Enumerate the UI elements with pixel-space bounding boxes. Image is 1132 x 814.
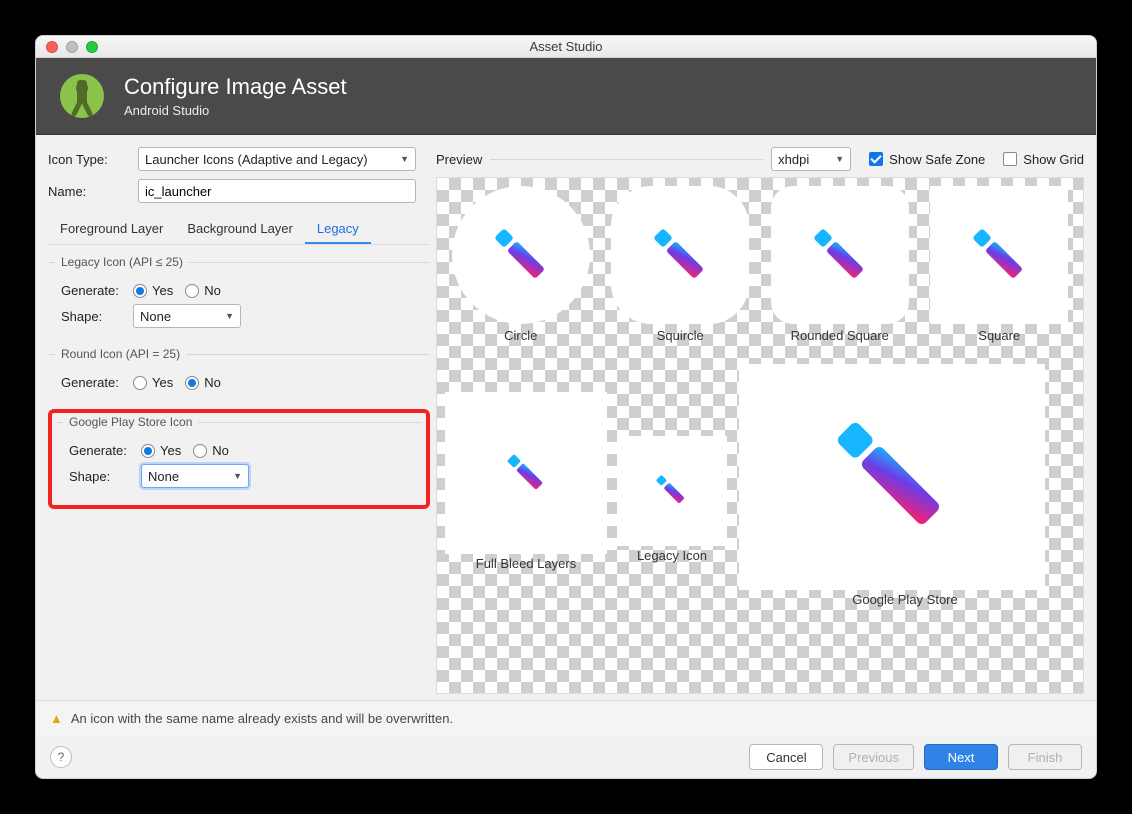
highlight-annotation: Google Play Store Icon Generate: Yes No … — [48, 409, 430, 509]
pencil-icon — [802, 387, 982, 567]
preview-squircle-label: Squircle — [605, 328, 757, 343]
gps-icon-group: Google Play Store Icon Generate: Yes No … — [56, 415, 422, 499]
legacy-generate-yes-radio[interactable]: Yes — [133, 283, 173, 298]
preview-squircle — [611, 186, 749, 324]
preview-circle — [452, 186, 590, 324]
maximize-icon[interactable] — [86, 41, 98, 53]
round-generate-label: Generate: — [55, 375, 133, 390]
name-label: Name: — [48, 184, 138, 199]
show-grid-checkbox[interactable]: Show Grid — [1003, 152, 1084, 167]
preview-rounded-square — [771, 186, 909, 324]
preview-google-play-store: Google Play Store — [735, 364, 1075, 607]
legacy-shape-select[interactable]: None▼ — [133, 304, 241, 328]
previous-button: Previous — [833, 744, 914, 770]
warning-icon: ▲ — [50, 711, 63, 726]
next-button[interactable]: Next — [924, 744, 998, 770]
pencil-icon — [647, 466, 697, 516]
preview-full-bleed: Full Bleed Layers — [445, 392, 607, 571]
android-studio-logo-icon — [58, 72, 106, 120]
chevron-down-icon: ▼ — [835, 154, 844, 164]
dialog-window: Asset Studio Configure Image Asset Andro… — [35, 35, 1097, 779]
gps-generate-no-radio[interactable]: No — [193, 443, 229, 458]
chevron-down-icon: ▼ — [225, 311, 234, 321]
pencil-icon — [496, 443, 556, 503]
round-icon-group: Round Icon (API = 25) Generate: Yes No — [48, 347, 430, 401]
finish-button: Finish — [1008, 744, 1082, 770]
round-generate-yes-radio[interactable]: Yes — [133, 375, 173, 390]
dialog-subtitle: Android Studio — [124, 103, 347, 118]
icon-type-select[interactable]: Launcher Icons (Adaptive and Legacy)▼ — [138, 147, 416, 171]
round-generate-no-radio[interactable]: No — [185, 375, 221, 390]
dialog-header: Configure Image Asset Android Studio — [36, 58, 1096, 135]
help-button[interactable]: ? — [50, 746, 72, 768]
density-select[interactable]: xhdpi▼ — [771, 147, 851, 171]
minimize-icon — [66, 41, 78, 53]
tab-legacy[interactable]: Legacy — [305, 215, 371, 244]
preview-square — [930, 186, 1068, 324]
pencil-icon — [954, 210, 1044, 300]
close-icon[interactable] — [46, 41, 58, 53]
gps-generate-yes-radio[interactable]: Yes — [141, 443, 181, 458]
legacy-icon-group: Legacy Icon (API ≤ 25) Generate: Yes No … — [48, 255, 430, 339]
show-safe-zone-checkbox[interactable]: Show Safe Zone — [869, 152, 985, 167]
titlebar: Asset Studio — [36, 36, 1096, 58]
preview-label: Preview — [436, 152, 482, 167]
gps-shape-label: Shape: — [63, 469, 141, 484]
round-icon-legend: Round Icon (API = 25) — [55, 347, 186, 361]
preview-legacy-icon: Legacy Icon — [617, 436, 727, 563]
legacy-generate-label: Generate: — [55, 283, 133, 298]
tab-foreground-layer[interactable]: Foreground Layer — [48, 215, 175, 244]
pencil-icon — [795, 210, 885, 300]
tab-background-layer[interactable]: Background Layer — [175, 215, 305, 244]
preview-area: Circle Squircle Rounded Square Square Fu… — [436, 177, 1084, 694]
layer-tabs: Foreground Layer Background Layer Legacy — [48, 215, 430, 245]
preview-rounded-square-label: Rounded Square — [764, 328, 916, 343]
warning-message: ▲ An icon with the same name already exi… — [50, 711, 453, 726]
legacy-icon-legend: Legacy Icon (API ≤ 25) — [55, 255, 189, 269]
name-input[interactable] — [138, 179, 416, 203]
window-title: Asset Studio — [36, 39, 1096, 54]
cancel-button[interactable]: Cancel — [749, 744, 823, 770]
preview-square-label: Square — [924, 328, 1076, 343]
icon-type-label: Icon Type: — [48, 152, 138, 167]
chevron-down-icon: ▼ — [400, 154, 409, 164]
legacy-shape-label: Shape: — [55, 309, 133, 324]
chevron-down-icon: ▼ — [233, 471, 242, 481]
dialog-title: Configure Image Asset — [124, 74, 347, 100]
pencil-icon — [635, 210, 725, 300]
gps-icon-legend: Google Play Store Icon — [63, 415, 198, 429]
legacy-generate-no-radio[interactable]: No — [185, 283, 221, 298]
preview-circle-label: Circle — [445, 328, 597, 343]
gps-generate-label: Generate: — [63, 443, 141, 458]
gps-shape-select[interactable]: None▼ — [141, 464, 249, 488]
pencil-icon — [476, 210, 566, 300]
